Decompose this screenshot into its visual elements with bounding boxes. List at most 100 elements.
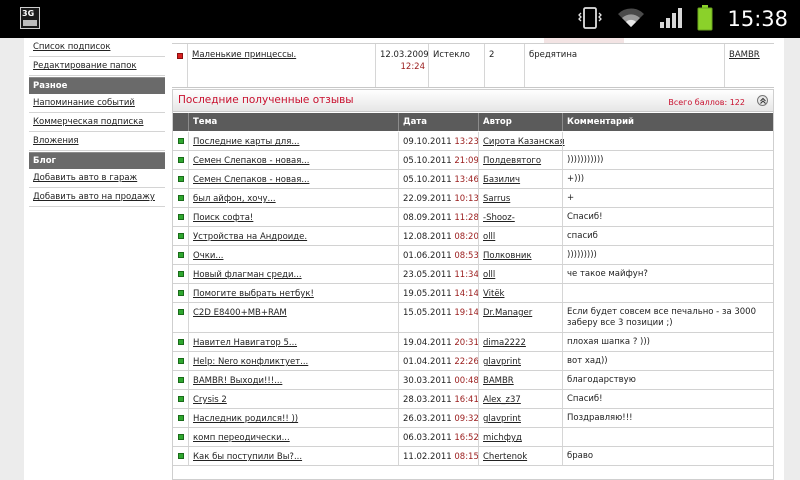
review-comment: Поздравляю!!! (567, 413, 633, 423)
new-review-icon (178, 195, 184, 201)
recent-reviews-panel: Последние полученные отзывы Всего баллов… (172, 89, 774, 480)
review-date-day: 01.04.2011 (403, 357, 452, 367)
review-date: 05.10.2011 21:09 (403, 156, 479, 166)
review-date-time: 16:41 (454, 395, 479, 405)
web-page[interactable]: Список подписок Редактирование папок Раз… (0, 38, 800, 480)
review-author-link[interactable]: Sarrus (483, 194, 510, 204)
table-row: Очки... 01.06.2011 08:53 Полковник))))))))… (173, 246, 773, 265)
column-author[interactable]: Автор (478, 113, 562, 131)
review-date: 22.09.2011 10:13 (403, 194, 479, 204)
review-topic-link[interactable]: Навител Навигатор 5... (193, 338, 297, 348)
sidebar-item-add-car-sale[interactable]: Добавить авто на продажу (29, 188, 165, 207)
review-comment: благодарствую (567, 375, 636, 385)
collapse-icon[interactable] (757, 95, 768, 106)
review-author-link[interactable]: Сирота Казанская (483, 137, 565, 147)
review-date: 15.05.2011 19:14 (403, 308, 479, 318)
new-review-icon (178, 434, 184, 440)
review-author-link[interactable]: michфуд (483, 433, 522, 443)
sidebar-item-event-reminders[interactable]: Напоминание событий (29, 94, 165, 113)
review-author-link[interactable]: BAMBR (483, 376, 514, 386)
sidebar-item-add-car-garage[interactable]: Добавить авто в гараж (29, 169, 165, 188)
review-author-link[interactable]: Vitёk (483, 289, 504, 299)
review-topic-link[interactable]: Семен Слепаков - новая... (193, 175, 309, 185)
review-topic-link[interactable]: комп переодически... (193, 433, 290, 443)
review-date-time: 13:46 (454, 175, 479, 185)
new-review-icon (178, 396, 184, 402)
column-comment[interactable]: Комментарий (562, 113, 773, 131)
review-date-day: 05.10.2011 (403, 156, 452, 166)
review-author-link[interactable]: Dr.Manager (483, 308, 532, 318)
table-row: Help: Nero конфликтует... 01.04.2011 22:2… (173, 352, 773, 371)
review-date-time: 22:26 (454, 357, 479, 367)
poll-title-link[interactable]: Маленькие принцессы. (192, 50, 296, 60)
table-header: Тема Дата Автор Комментарий (173, 113, 773, 131)
review-author-link[interactable]: glavprint (483, 414, 521, 424)
review-topic-link[interactable]: Help: Nero конфликтует... (193, 357, 308, 367)
table-row: Помогите выбрать нетбук! 19.05.2011 14:14… (173, 284, 773, 303)
review-date-time: 14:14 (454, 289, 479, 299)
review-topic-link[interactable]: BAMBR! Выходи!!!... (193, 376, 282, 386)
review-comment: Спасиб! (567, 212, 603, 222)
new-review-icon (178, 377, 184, 383)
new-review-icon (178, 358, 184, 364)
review-date-time: 19:14 (454, 308, 479, 318)
review-topic-link[interactable]: Устройства на Андроиде. (193, 232, 307, 242)
review-date-time: 21:09 (454, 156, 479, 166)
poll-author-link[interactable]: BAMBR (729, 50, 760, 60)
review-topic-link[interactable]: Последние карты для... (193, 137, 299, 147)
review-topic-link[interactable]: Новый флагман среди... (193, 270, 302, 280)
review-date: 11.02.2011 08:15 (403, 452, 479, 462)
review-date-time: 11:28 (454, 213, 479, 223)
review-author-link[interactable]: Chertenok (483, 452, 527, 462)
table-row: Семен Слепаков - новая... 05.10.2011 21:0… (173, 151, 773, 170)
review-comment: ))))))))))) (567, 155, 604, 165)
review-date: 23.05.2011 11:34 (403, 270, 479, 280)
sidebar-item-commercial-subscription[interactable]: Коммерческая подписка (29, 113, 165, 132)
review-date: 01.04.2011 22:26 (403, 357, 479, 367)
poll-count: 2 (489, 50, 495, 60)
sidebar-item-edit-folders[interactable]: Редактирование папок (29, 57, 165, 76)
network-badge: 3G (22, 9, 35, 18)
review-comment: че такое майфун? (567, 269, 648, 279)
table-row: Наследник родился!! )) 26.03.2011 09:32 gl… (173, 409, 773, 428)
panel-header: Последние полученные отзывы Всего баллов… (173, 90, 773, 112)
review-topic-link[interactable]: C2D E8400+MB+RAM (193, 308, 287, 318)
review-author-link[interactable]: Alex_z37 (483, 395, 521, 405)
sidebar-item-subscriptions[interactable]: Список подписок (29, 38, 165, 57)
review-author-link[interactable]: Полдевятого (483, 156, 541, 166)
review-author-link[interactable]: glavprint (483, 357, 521, 367)
sidebar-item-attachments[interactable]: Вложения (29, 132, 165, 151)
review-author-link[interactable]: olll (483, 270, 495, 280)
table-row: Как бы поступили Вы?... 11.02.2011 08:15 C… (173, 447, 773, 466)
review-topic-link[interactable]: Поиск софта! (193, 213, 253, 223)
new-review-icon (178, 138, 184, 144)
review-author-link[interactable]: olll (483, 232, 495, 242)
review-author-link[interactable]: -Shooz- (483, 213, 515, 223)
review-author-link[interactable]: Полковник (483, 251, 532, 261)
new-review-icon (178, 252, 184, 258)
review-date-time: 20:31 (454, 338, 479, 348)
column-date[interactable]: Дата (398, 113, 478, 131)
expired-status-icon (177, 53, 183, 59)
review-topic-link[interactable]: Семен Слепаков - новая... (193, 156, 309, 166)
status-icons: 15:38 (563, 0, 788, 38)
review-date: 19.04.2011 20:31 (403, 338, 479, 348)
poll-status: Истекло (433, 50, 470, 60)
review-date: 30.03.2011 00:48 (403, 376, 479, 386)
review-author-link[interactable]: Базилич (483, 175, 520, 185)
review-topic-link[interactable]: Как бы поступили Вы?... (193, 452, 302, 462)
sidebar-section-misc: Разное (29, 77, 165, 94)
review-topic-link[interactable]: Помогите выбрать нетбук! (193, 289, 314, 299)
review-author-link[interactable]: dima2222 (483, 338, 526, 348)
review-date: 05.10.2011 13:46 (403, 175, 479, 185)
column-topic[interactable]: Тема (188, 113, 398, 131)
review-topic-link[interactable]: Crysis 2 (193, 395, 227, 405)
review-comment: спасиб (567, 231, 598, 241)
table-row: C2D E8400+MB+RAM 15.05.2011 19:14 Dr.Manag… (173, 303, 773, 333)
review-topic-link[interactable]: Наследник родился!! )) (193, 414, 298, 424)
status-clock: 15:38 (727, 7, 788, 31)
review-topic-link[interactable]: был айфон, хочу... (193, 194, 276, 204)
review-date-day: 09.10.2011 (403, 137, 452, 147)
review-topic-link[interactable]: Очки... (193, 251, 223, 261)
vibrate-icon (577, 6, 603, 33)
